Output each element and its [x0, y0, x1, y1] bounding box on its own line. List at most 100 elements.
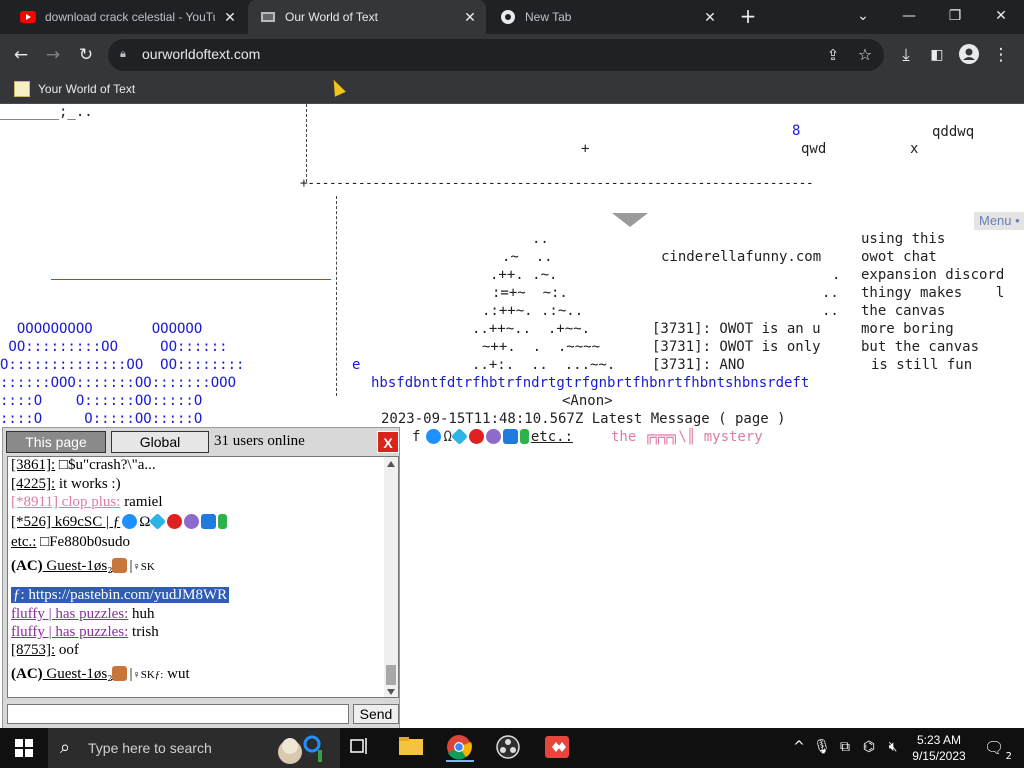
wifi-icon[interactable]: ⌬	[860, 739, 878, 755]
canvas-text: cinderellafunny.com	[661, 249, 822, 265]
canvas-text: 8	[792, 123, 801, 139]
tray-chevron-icon[interactable]: ^	[790, 739, 808, 755]
system-clock[interactable]: 5:23 AM 9/15/2023	[900, 732, 978, 764]
canvas-text: the canvas	[861, 303, 946, 319]
users-online-count: 31 users online	[214, 433, 305, 449]
canvas-text: [3731]: ANO	[652, 357, 745, 373]
close-window-icon[interactable]: ✕	[978, 0, 1024, 32]
canvas-text: qwd	[801, 141, 827, 157]
windows-start-icon[interactable]	[0, 728, 48, 768]
chat-scrollbar[interactable]	[384, 457, 398, 697]
send-button[interactable]: Send	[353, 704, 399, 724]
canvas-text: ..+:. .. ...~~.	[472, 357, 616, 373]
chat-message: [8753]: oof	[11, 642, 79, 658]
tab-new-tab[interactable]: New Tab ✕	[488, 0, 726, 34]
tab-our-world-of-text[interactable]: Our World of Text ✕	[248, 0, 486, 34]
taskbar-search-box[interactable]: ⌕ Type here to search	[48, 728, 340, 768]
network-tray-icon[interactable]: ⧉	[836, 739, 854, 755]
cat-emoji-icon	[112, 558, 128, 573]
chat-input[interactable]	[7, 704, 349, 724]
emoji-icon	[426, 429, 442, 444]
close-tab-icon[interactable]: ✕	[462, 9, 478, 25]
ascii-art-line: OOOOOOOOO OOOOOO	[0, 321, 203, 337]
canvas-text: expansion discord	[861, 267, 1005, 283]
back-icon[interactable]: ←	[10, 44, 32, 66]
dashed-divider	[306, 104, 307, 182]
emoji-icon	[167, 514, 183, 529]
chat-message: [*8911] clop plus: ramiel	[11, 494, 163, 510]
kebab-menu-icon[interactable]: ⋮	[990, 44, 1012, 66]
scroll-thumb[interactable]	[386, 665, 396, 685]
diamond-shape	[612, 212, 648, 227]
emoji-icon	[468, 429, 484, 444]
ascii-art-line: OO:::::::::OO OO::::::	[0, 339, 228, 355]
task-view-icon[interactable]	[348, 734, 376, 762]
tab-search-chevron-icon[interactable]: ⌄	[840, 0, 886, 32]
emoji-icon	[450, 428, 468, 445]
canvas-text: +---------------------------------------…	[300, 176, 814, 191]
canvas-text: the ╔╦╦╗\║ mystery	[611, 429, 763, 445]
close-tab-icon[interactable]: ✕	[702, 9, 718, 25]
bookmark-label: Your World of Text	[38, 82, 136, 96]
chat-log[interactable]: [3861]: □$u"crash?\"a... [4225]: it work…	[7, 456, 399, 698]
reload-icon[interactable]: ↻	[75, 44, 97, 66]
profile-icon[interactable]	[958, 44, 980, 66]
emoji-icon	[519, 429, 529, 444]
menu-button[interactable]: Menu •	[974, 212, 1024, 230]
lock-icon: 🔒︎	[120, 47, 126, 60]
scroll-up-icon[interactable]	[387, 461, 395, 467]
scroll-down-icon[interactable]	[387, 689, 395, 695]
canvas-text: e	[352, 357, 361, 373]
ascii-art-line: O::::::::::::::OO OO::::::::	[0, 357, 245, 373]
close-chat-button[interactable]: X	[377, 431, 399, 453]
windows-taskbar: ⌕ Type here to search ^ 🎙︎ ⧉ ⌬ 🔇︎ 5:23 A…	[0, 728, 1024, 768]
emoji-icon	[122, 514, 138, 529]
minimize-icon[interactable]: —	[886, 0, 932, 32]
bookmark-star-icon[interactable]: ☆	[854, 44, 876, 66]
download-icon[interactable]: ⤓	[895, 44, 917, 66]
chrome-taskbar-icon[interactable]	[446, 734, 474, 762]
tab-this-page[interactable]: This page	[6, 431, 106, 453]
bookmarks-bar: Your World of Text	[0, 76, 1024, 104]
bookmark-your-world-of-text[interactable]: Your World of Text	[14, 81, 135, 97]
address-bar[interactable]: 🔒︎ ourworldoftext.com ⇪ ☆	[108, 39, 884, 71]
chat-message: [*526] k69cSC | ƒΩ	[11, 513, 229, 531]
canvas-text: hbsfdbntfdtrfhbtrfndrtgtrfgnbrtfhbnrtfhb…	[371, 375, 810, 391]
obs-icon[interactable]	[495, 734, 523, 762]
cat-emoji-icon	[112, 666, 128, 681]
canvas-text: more boring	[861, 321, 954, 337]
tab-global[interactable]: Global	[111, 431, 209, 453]
close-tab-icon[interactable]: ✕	[222, 9, 238, 25]
canvas-text: [3731]: OWOT is an u	[652, 321, 821, 337]
search-highlight-icon	[268, 732, 332, 766]
restore-icon[interactable]: ❐	[932, 0, 978, 32]
notifications-icon[interactable]: 🗨︎ 2	[984, 738, 1012, 762]
emoji-icon	[485, 429, 501, 444]
emoji-icon	[502, 429, 518, 444]
chat-message: (AC) Guest-1øs₂ |♀SKƒ: wut	[11, 666, 190, 682]
ywot-icon	[14, 81, 30, 97]
ascii-art-line: ::::O O::::::OO:::::O	[0, 393, 203, 409]
browser-toolbar: ← → ↻ 🔒︎ ourworldoftext.com ⇪ ☆ ⤓ ◧ ⋮	[0, 34, 1024, 76]
microphone-icon[interactable]: 🎙︎	[813, 739, 831, 755]
file-explorer-icon[interactable]	[398, 734, 426, 762]
side-panel-icon[interactable]: ◧	[926, 44, 948, 66]
tab-strip: download crack celestial - YouTu ✕ Our W…	[0, 0, 1024, 34]
canvas-text: ~++. . .~~~~	[482, 339, 601, 355]
canvas-text: using this	[861, 231, 946, 247]
media-app-icon[interactable]	[543, 734, 571, 762]
share-icon[interactable]: ⇪	[822, 44, 844, 66]
canvas-text: .++. .~.	[490, 267, 558, 283]
new-tab-button[interactable]: +	[738, 6, 758, 26]
canvas-text: .:++~. .:~..	[482, 303, 584, 319]
url-text: ourworldoftext.com	[142, 46, 261, 62]
emoji-icon	[149, 513, 167, 530]
emoji-icon	[201, 514, 217, 529]
canvas-text: :=+~ ~:.	[492, 285, 568, 301]
canvas-text: but the canvas	[861, 339, 980, 355]
forward-icon[interactable]: →	[42, 44, 64, 66]
canvas-text: _______;_..	[0, 104, 93, 120]
notification-count: 2	[1005, 751, 1012, 762]
tab-youtube[interactable]: download crack celestial - YouTu ✕	[8, 0, 246, 34]
chat-message: fluffy | has puzzles: trish	[11, 624, 159, 640]
